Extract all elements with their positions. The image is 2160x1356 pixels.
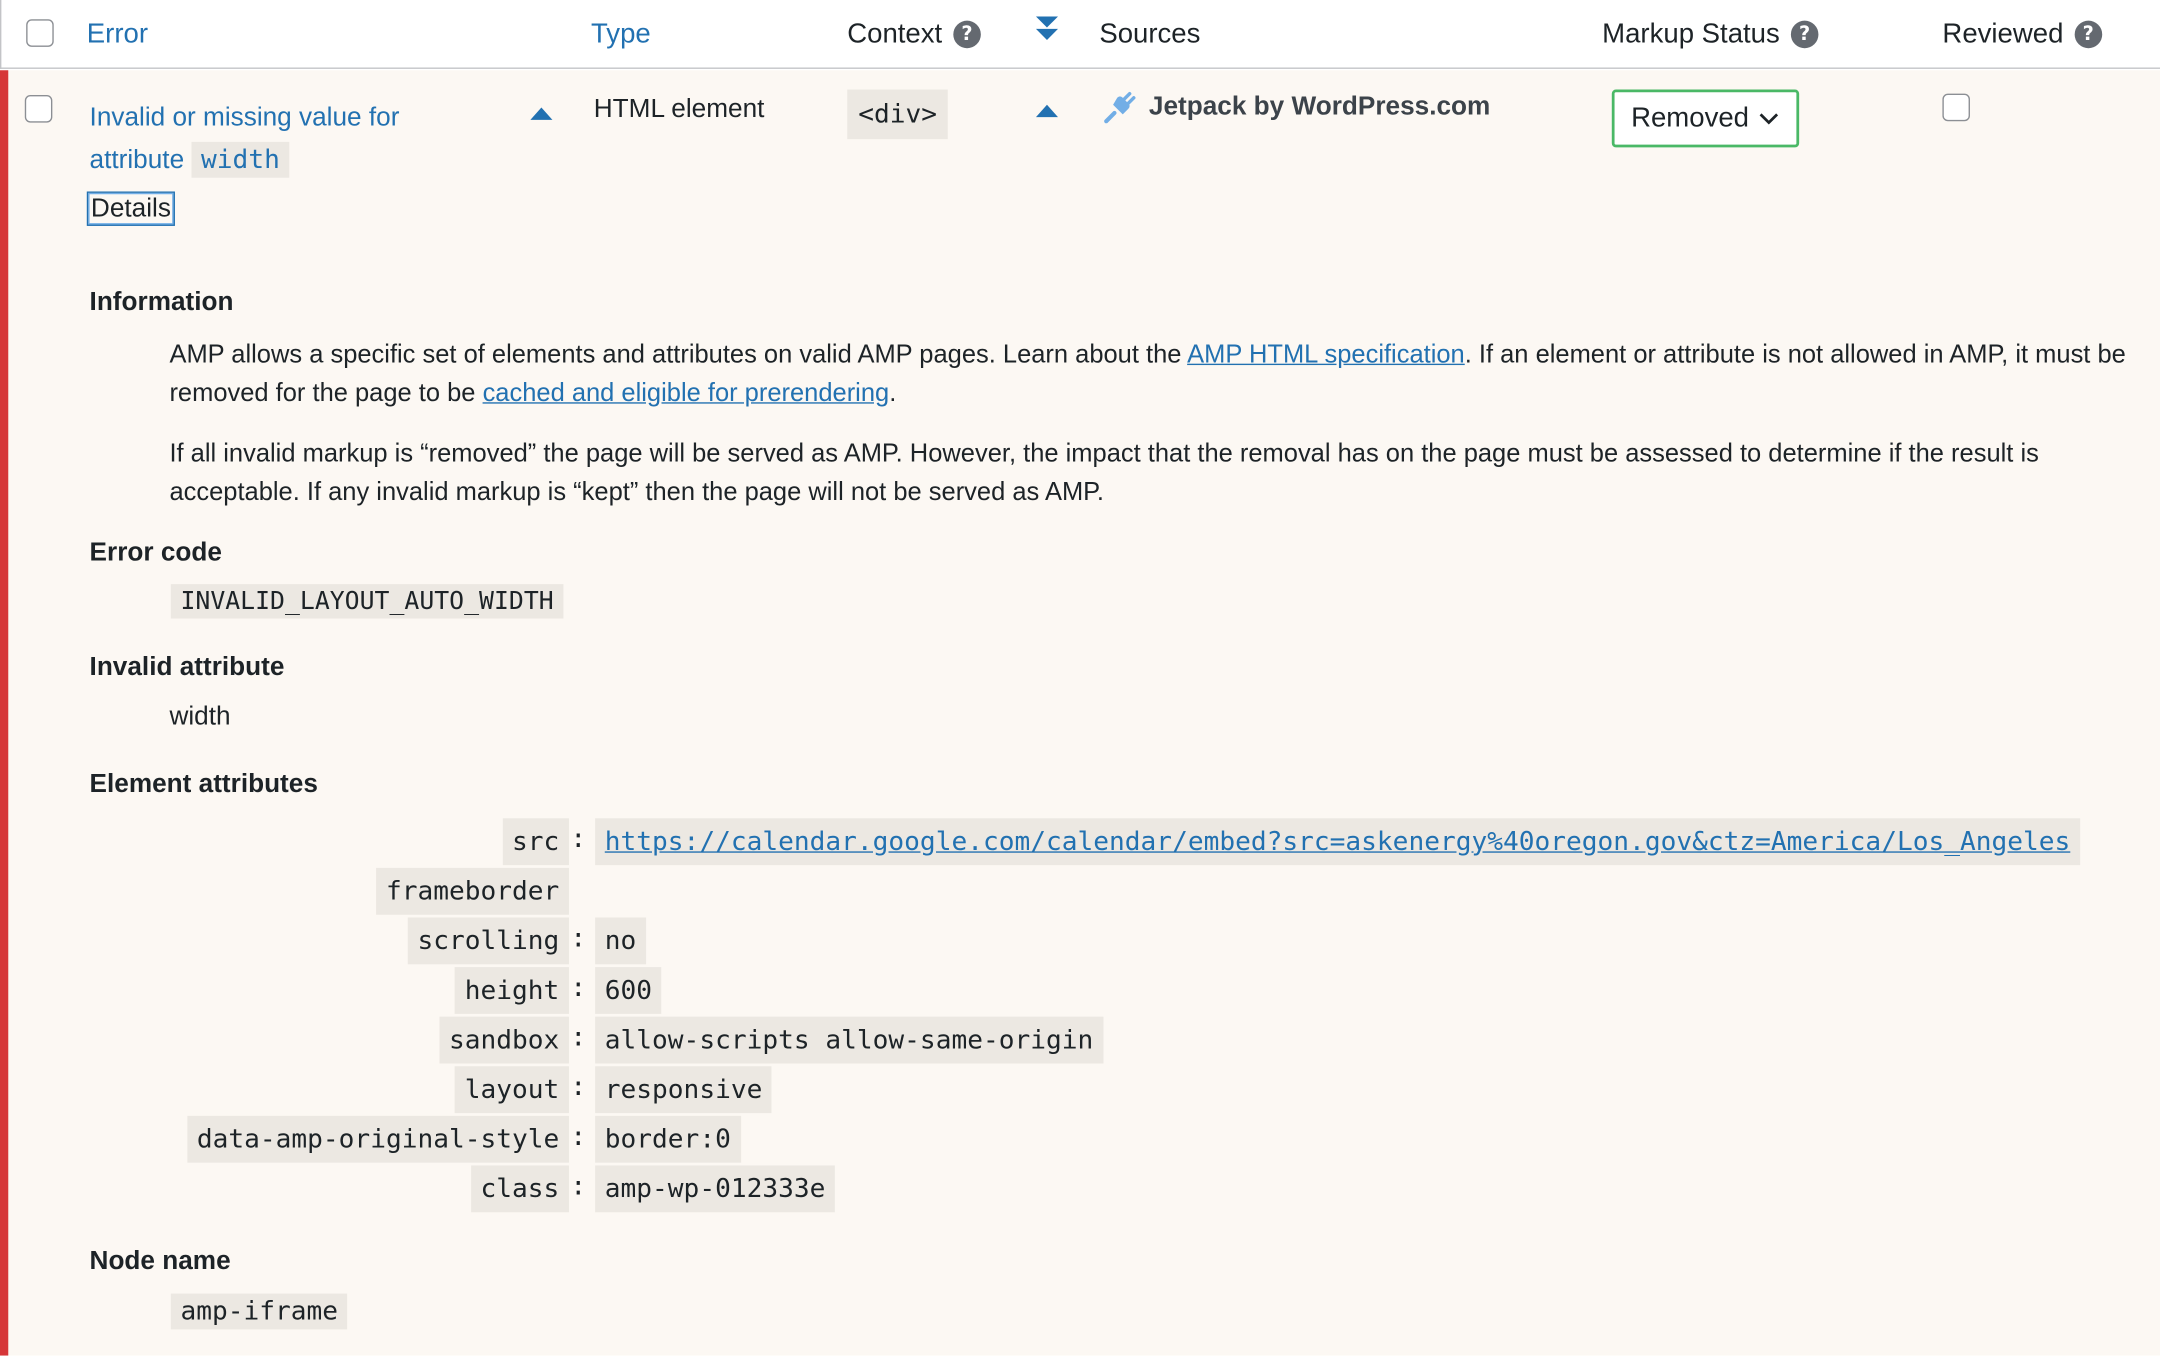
cached-prerendering-link[interactable]: cached and eligible for prerendering: [483, 377, 890, 406]
error-attribute-code: width: [191, 141, 290, 178]
column-error[interactable]: Error: [87, 17, 148, 53]
node-name-heading: Node name: [89, 1246, 231, 1276]
help-icon[interactable]: ?: [1790, 20, 1819, 49]
column-sources: Sources: [1099, 19, 1201, 50]
attribute-key: layout: [455, 1066, 569, 1114]
invalid-attribute-heading: Invalid attribute: [89, 652, 285, 682]
amp-html-spec-link[interactable]: AMP HTML specification: [1187, 339, 1465, 368]
error-title[interactable]: Invalid or missing value for attribute w…: [90, 98, 448, 182]
column-markup-status: Markup Status?: [1602, 17, 1819, 53]
element-attributes-heading: Element attributes: [89, 770, 318, 800]
attribute-key: data-amp-original-style: [187, 1115, 569, 1163]
invalid-attribute-value: width: [169, 702, 231, 732]
attribute-key: src: [502, 818, 569, 866]
attributes-list: src : https://calendar.google.com/calend…: [8, 818, 2160, 1231]
table-header: Error Type Context? Sources Markup Statu…: [0, 0, 2160, 69]
attribute-value: responsive: [595, 1066, 772, 1114]
attribute-key: frameborder: [376, 867, 569, 915]
attribute-value: amp-wp-012333e: [595, 1165, 836, 1213]
node-name-value: amp-iframe: [170, 1293, 348, 1330]
collapse-arrow-icon[interactable]: [530, 107, 553, 120]
attribute-row: height : 600: [8, 967, 2160, 1014]
markup-status-value: Removed: [1631, 103, 1750, 134]
attribute-colon: :: [570, 922, 587, 954]
information-heading: Information: [89, 287, 234, 317]
table-row: Invalid or missing value for attribute w…: [0, 70, 2160, 1356]
info-text: AMP allows a specific set of elements an…: [169, 338, 1188, 368]
attribute-value: allow-scripts allow-same-origin: [595, 1016, 1103, 1064]
attribute-colon: :: [570, 972, 587, 1003]
source-name: Jetpack by WordPress.com: [1148, 92, 1491, 122]
collapse-arrow-icon[interactable]: [1035, 104, 1058, 118]
error-code-value: INVALID_LAYOUT_AUTO_WIDTH: [170, 584, 564, 619]
help-icon[interactable]: ?: [2074, 20, 2102, 49]
chevron-down-icon: [1759, 113, 1779, 125]
context-value: <div>: [847, 89, 949, 140]
details-toggle[interactable]: Details: [86, 191, 176, 226]
attribute-row: sandbox : allow-scripts allow-same-origi…: [8, 1016, 2160, 1064]
attribute-colon: :: [570, 1121, 587, 1152]
column-reviewed-label: Reviewed: [1942, 19, 2064, 50]
information-paragraph-1: AMP allows a specific set of elements an…: [169, 335, 2153, 412]
attribute-row: layout : responsive: [8, 1066, 2160, 1114]
attribute-colon: :: [570, 823, 587, 855]
error-code-wrap: INVALID_LAYOUT_AUTO_WIDTH: [170, 583, 564, 620]
attribute-row: data-amp-original-style : border:0: [8, 1115, 2160, 1163]
validation-errors-table: Error Type Context? Sources Markup Statu…: [0, 0, 2160, 1356]
error-code-heading: Error code: [89, 538, 222, 568]
attribute-value: border:0: [595, 1115, 741, 1163]
attribute-row: scrolling : no: [8, 917, 2160, 965]
attribute-key: sandbox: [439, 1016, 569, 1064]
column-type[interactable]: Type: [591, 17, 651, 53]
information-paragraph-2: If all invalid markup is “removed” the p…: [169, 438, 2039, 506]
markup-status-select[interactable]: Removed: [1611, 89, 1800, 148]
type-value: HTML element: [593, 95, 765, 124]
attribute-colon: :: [570, 1022, 587, 1053]
help-icon[interactable]: ?: [953, 20, 981, 49]
attribute-value-link[interactable]: https://calendar.google.com/calendar/emb…: [595, 818, 2080, 866]
info-text: .: [889, 377, 897, 407]
attribute-key: height: [455, 967, 569, 1014]
attribute-value: 600: [595, 967, 662, 1014]
attribute-key: scrolling: [407, 917, 569, 965]
attribute-key: class: [470, 1165, 569, 1213]
plugin-icon: [1104, 91, 1136, 124]
row-checkbox[interactable]: [24, 95, 53, 123]
attribute-colon: :: [570, 1170, 587, 1202]
column-reviewed: Reviewed?: [1942, 17, 2102, 53]
attribute-row: class : amp-wp-012333e: [8, 1165, 2160, 1213]
select-all-checkbox[interactable]: [26, 19, 54, 47]
column-context: Context?: [847, 17, 981, 53]
sort-descending-icon[interactable]: [1035, 15, 1060, 45]
attribute-row: frameborder: [8, 867, 2160, 915]
attribute-row: src : https://calendar.google.com/calend…: [8, 818, 2160, 866]
column-markup-status-label: Markup Status: [1602, 19, 1780, 50]
reviewed-checkbox[interactable]: [1942, 93, 1970, 122]
node-name-wrap: amp-iframe: [170, 1293, 348, 1331]
attribute-value: no: [595, 917, 646, 965]
details-button[interactable]: Details: [86, 191, 176, 226]
column-context-label: Context: [847, 19, 943, 50]
attribute-colon: :: [570, 1071, 587, 1103]
